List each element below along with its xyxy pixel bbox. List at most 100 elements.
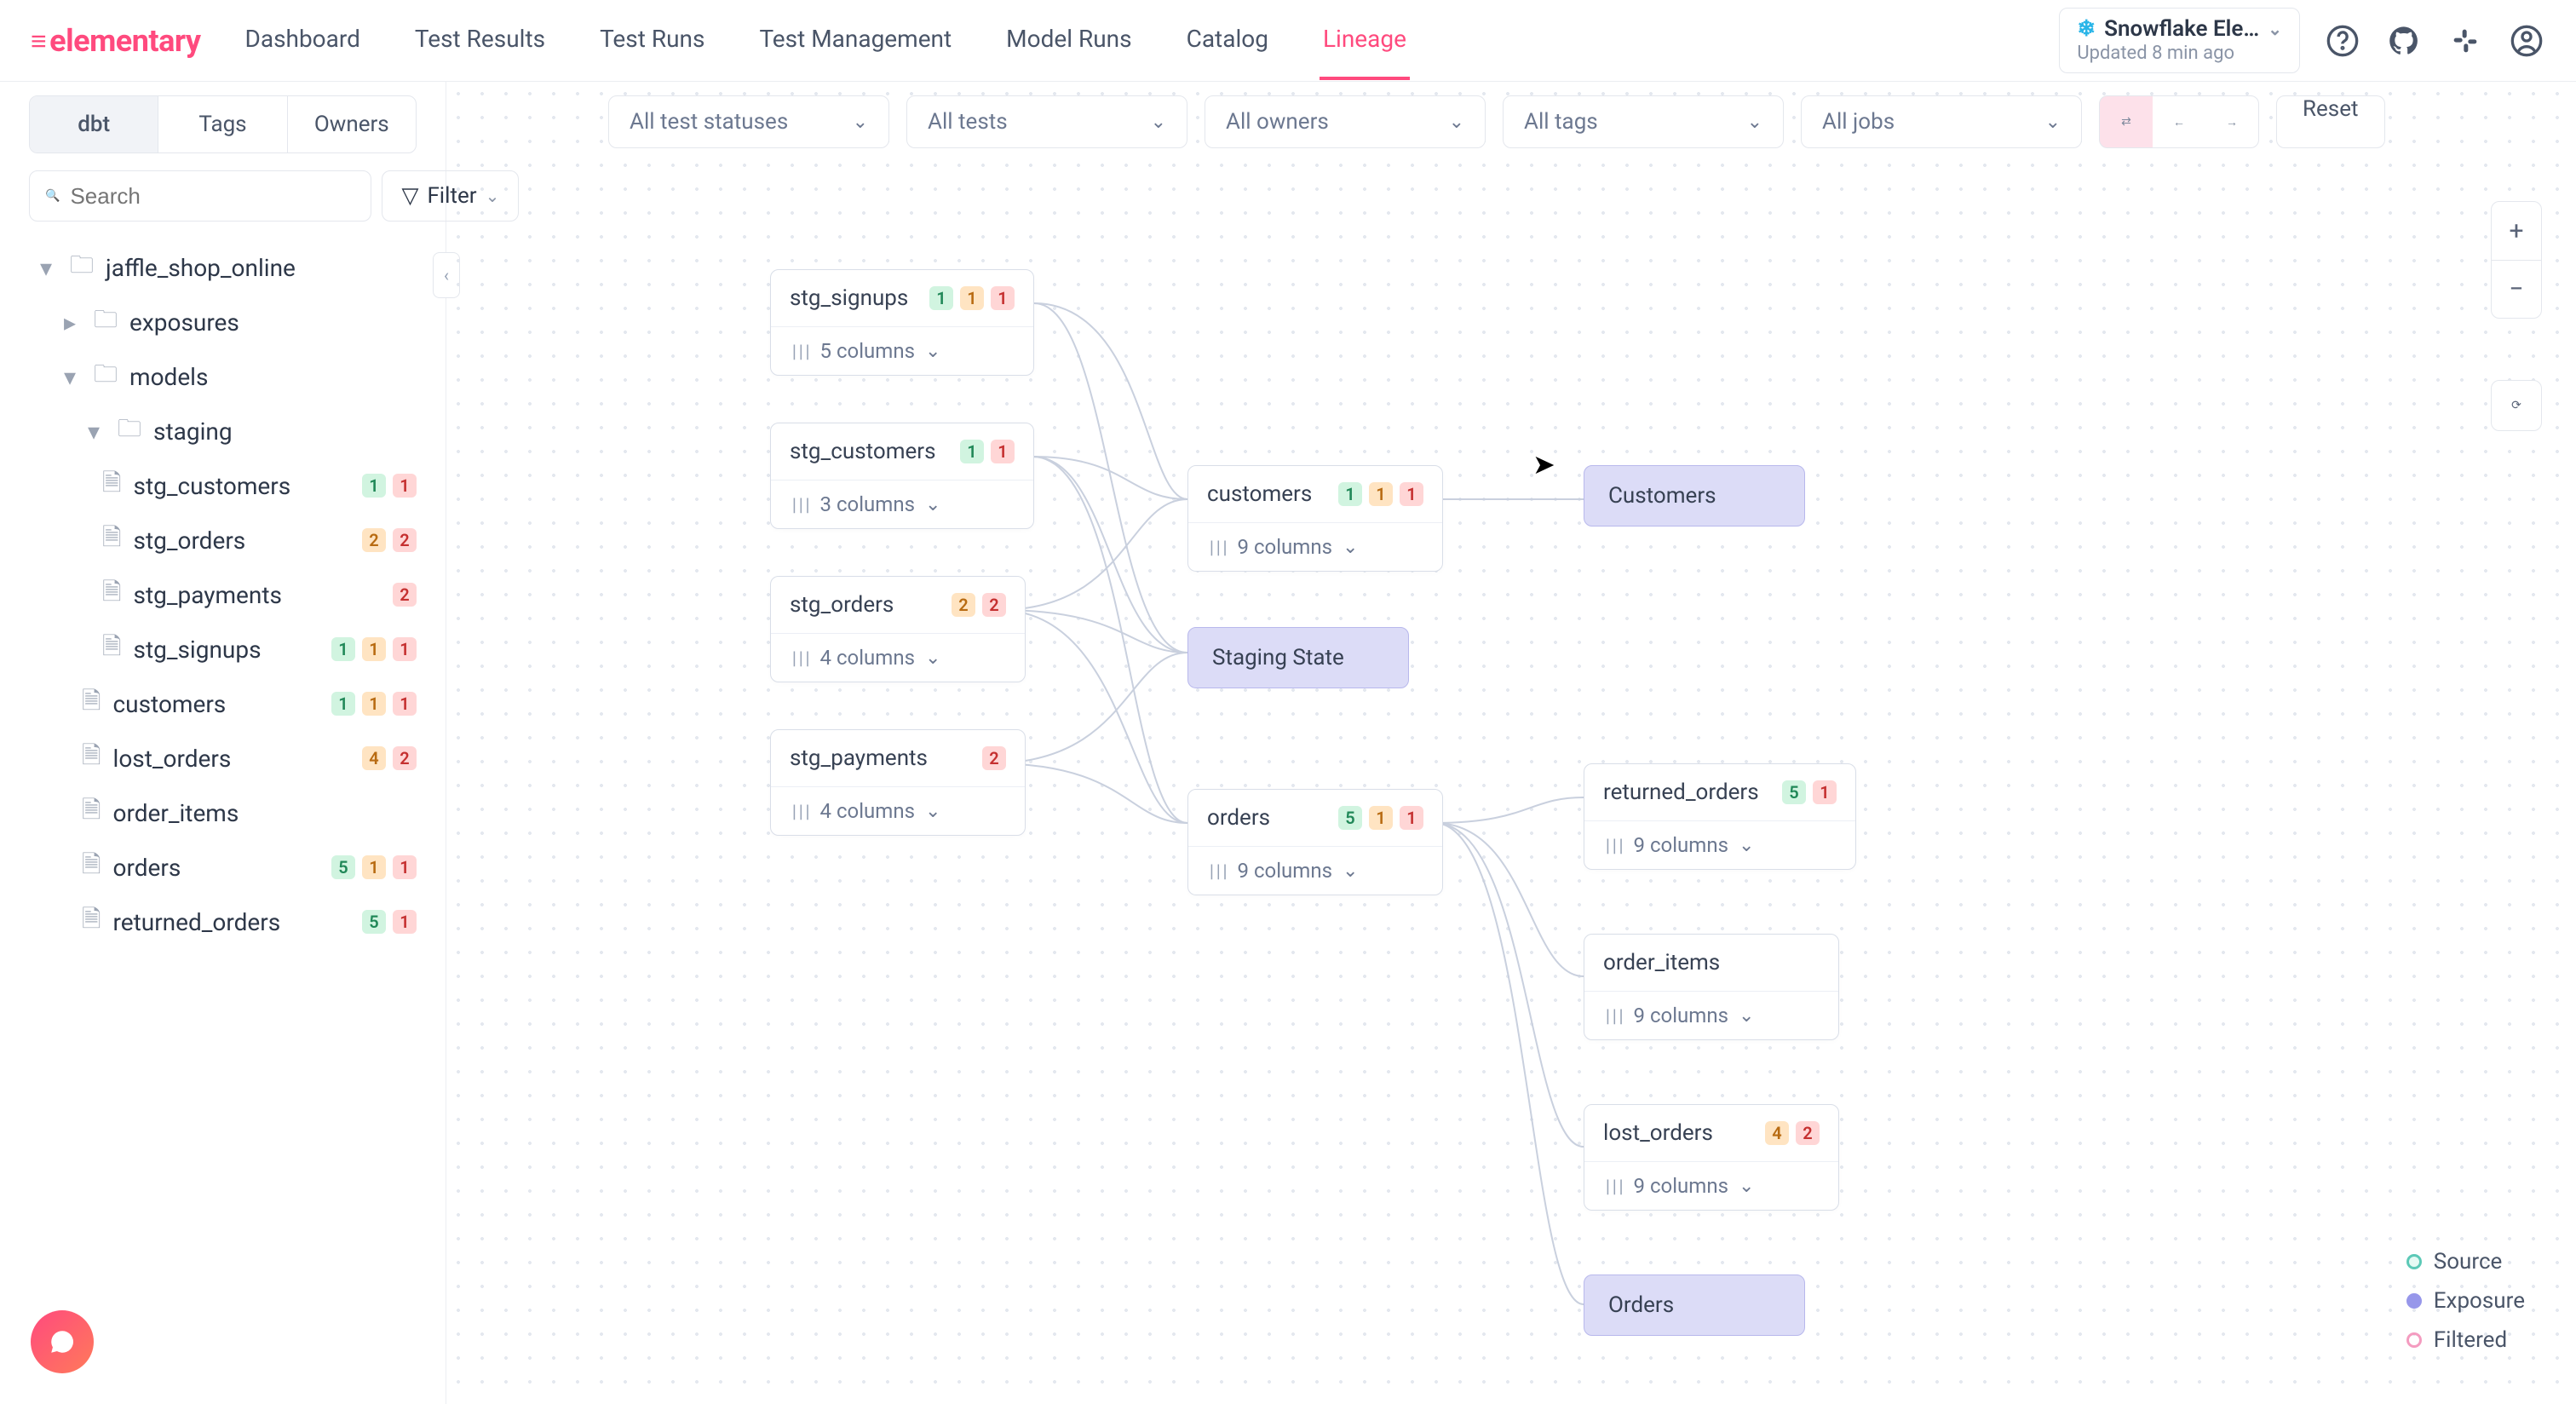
chevron-down-icon: ⌄ <box>1747 112 1762 133</box>
node-orders[interactable]: orders511 |||9 columns⌄ <box>1187 789 1443 895</box>
help-icon[interactable] <box>2324 22 2361 60</box>
reset-button[interactable]: Reset <box>2276 95 2385 148</box>
node-order-items[interactable]: order_items |||9 columns⌄ <box>1584 934 1839 1040</box>
chevron-down-icon: ⌄ <box>1739 1176 1754 1197</box>
environment-dropdown[interactable]: ❄Snowflake Ele…⌄ Updated 8 min ago <box>2059 8 2300 73</box>
columns-toggle[interactable]: |||3 columns⌄ <box>771 480 1033 528</box>
folder-icon: 🗀 <box>70 247 94 288</box>
chat-fab-button[interactable] <box>31 1310 94 1373</box>
node-lost-orders[interactable]: lost_orders42 |||9 columns⌄ <box>1584 1104 1839 1211</box>
slack-icon[interactable] <box>2447 22 2484 60</box>
filter-tests[interactable]: All tests⌄ <box>906 95 1187 148</box>
columns-toggle[interactable]: |||9 columns⌄ <box>1188 522 1442 571</box>
filter-owners[interactable]: All owners⌄ <box>1205 95 1486 148</box>
filter-label: All tags <box>1524 109 1598 135</box>
exposure-staging-state[interactable]: Staging State <box>1187 627 1409 688</box>
badge-warn: 1 <box>362 637 386 661</box>
tree-item-order-items[interactable]: 🗎order_items <box>29 785 417 840</box>
exposure-orders[interactable]: Orders <box>1584 1275 1805 1336</box>
tree-item-stg-orders[interactable]: 🗎stg_orders22 <box>29 513 417 567</box>
upstream-button[interactable]: ← <box>2153 96 2205 147</box>
tree-folder-exposures[interactable]: ▸🗀exposures <box>29 295 417 349</box>
badge-fail: 1 <box>1400 482 1423 506</box>
columns-toggle[interactable]: |||5 columns⌄ <box>771 326 1033 375</box>
badge-fail: 1 <box>393 474 417 498</box>
node-title: orders <box>1207 805 1270 831</box>
downstream-button[interactable]: → <box>2205 96 2258 147</box>
node-title: stg_orders <box>790 592 894 618</box>
zoom-out-button[interactable]: − <box>2492 260 2541 318</box>
tab-owners[interactable]: Owners <box>287 96 416 152</box>
tree-label: staging <box>153 417 233 446</box>
tree-item-stg-signups[interactable]: 🗎stg_signups111 <box>29 622 417 676</box>
filter-label: All tests <box>928 109 1008 135</box>
nav-test-runs[interactable]: Test Runs <box>596 1 708 80</box>
columns-toggle[interactable]: |||4 columns⌄ <box>771 633 1025 682</box>
env-name: Snowflake Ele… <box>2104 17 2259 42</box>
tree-item-lost-orders[interactable]: 🗎lost_orders42 <box>29 731 417 785</box>
tab-dbt[interactable]: dbt <box>30 96 158 152</box>
filter-test-status[interactable]: All test statuses⌄ <box>608 95 889 148</box>
columns-toggle[interactable]: |||9 columns⌄ <box>1188 846 1442 895</box>
node-stg-signups[interactable]: stg_signups111 |||5 columns⌄ <box>770 269 1034 376</box>
badge-warn: 1 <box>362 855 386 879</box>
caret-right-icon: ▸ <box>58 308 82 337</box>
tree-root[interactable]: ▾🗀jaffle_shop_online <box>29 240 417 295</box>
nav-test-management[interactable]: Test Management <box>756 1 955 80</box>
tree-label: orders <box>113 854 181 882</box>
badge-warn: 1 <box>362 692 386 716</box>
github-icon[interactable] <box>2385 22 2423 60</box>
exposure-customers[interactable]: Customers <box>1584 465 1805 526</box>
search-box[interactable]: 🔍 <box>29 170 371 222</box>
tree-item-stg-customers[interactable]: 🗎stg_customers11 <box>29 458 417 513</box>
tree-item-customers[interactable]: 🗎customers111 <box>29 676 417 731</box>
filter-tags[interactable]: All tags ⌄ <box>1503 95 1784 148</box>
folder-icon: 🗀 <box>94 302 118 342</box>
chevron-down-icon: ⌄ <box>1739 1005 1754 1027</box>
zoom-in-button[interactable]: + <box>2492 202 2541 260</box>
filter-label: All owners <box>1226 109 1329 135</box>
user-avatar-icon[interactable] <box>2508 22 2545 60</box>
columns-toggle[interactable]: |||9 columns⌄ <box>1584 820 1855 869</box>
node-stg-payments[interactable]: stg_payments2 |||4 columns⌄ <box>770 729 1026 836</box>
nav-dashboard[interactable]: Dashboard <box>241 1 363 80</box>
columns-toggle[interactable]: |||9 columns⌄ <box>1584 991 1838 1039</box>
nav-catalog[interactable]: Catalog <box>1183 1 1272 80</box>
nav-test-results[interactable]: Test Results <box>411 1 549 80</box>
columns-icon: ||| <box>790 496 810 514</box>
badge-pass: 5 <box>1782 780 1806 804</box>
file-icon: 🗎 <box>102 629 122 670</box>
lineage-canvas[interactable]: All test statuses⌄ All tests⌄ All owners… <box>446 82 2576 1404</box>
swap-direction-button[interactable]: ⇄ <box>2100 96 2153 147</box>
nav-lineage[interactable]: Lineage <box>1320 1 1410 80</box>
columns-icon: ||| <box>1603 1007 1624 1025</box>
columns-icon: ||| <box>1603 837 1624 854</box>
node-customers[interactable]: customers111 |||9 columns⌄ <box>1187 465 1443 572</box>
filter-label: All jobs <box>1822 109 1895 135</box>
tree-folder-staging[interactable]: ▾🗀staging <box>29 404 417 458</box>
filter-jobs[interactable]: All jobs⌄ <box>1801 95 2082 148</box>
columns-label: 4 columns <box>820 646 915 670</box>
node-stg-orders[interactable]: stg_orders22 |||4 columns⌄ <box>770 576 1026 682</box>
zoom-reset-button[interactable]: ⟳ <box>2491 380 2542 431</box>
tab-tags[interactable]: Tags <box>158 96 286 152</box>
node-title: stg_signups <box>790 285 908 311</box>
tree-item-returned-orders[interactable]: 🗎returned_orders51 <box>29 895 417 949</box>
chevron-down-icon: ⌄ <box>925 801 940 822</box>
resource-tree: ▾🗀jaffle_shop_online ▸🗀exposures ▾🗀model… <box>29 240 417 949</box>
search-input[interactable] <box>70 183 355 210</box>
tree-item-orders[interactable]: 🗎orders511 <box>29 840 417 895</box>
nav-model-runs[interactable]: Model Runs <box>1003 1 1135 80</box>
node-returned-orders[interactable]: returned_orders51 |||9 columns⌄ <box>1584 763 1856 870</box>
filter-icon: ▽ <box>401 183 418 209</box>
node-stg-customers[interactable]: stg_customers11 |||3 columns⌄ <box>770 423 1034 529</box>
columns-toggle[interactable]: |||4 columns⌄ <box>771 786 1025 835</box>
badge-pass: 1 <box>362 474 386 498</box>
badge-warn: 2 <box>362 528 386 552</box>
tree-item-stg-payments[interactable]: 🗎stg_payments2 <box>29 567 417 622</box>
node-title: returned_orders <box>1603 780 1759 805</box>
badge-pass: 1 <box>331 692 355 716</box>
columns-label: 4 columns <box>820 799 915 823</box>
columns-toggle[interactable]: |||9 columns⌄ <box>1584 1161 1838 1210</box>
tree-folder-models[interactable]: ▾🗀models <box>29 349 417 404</box>
